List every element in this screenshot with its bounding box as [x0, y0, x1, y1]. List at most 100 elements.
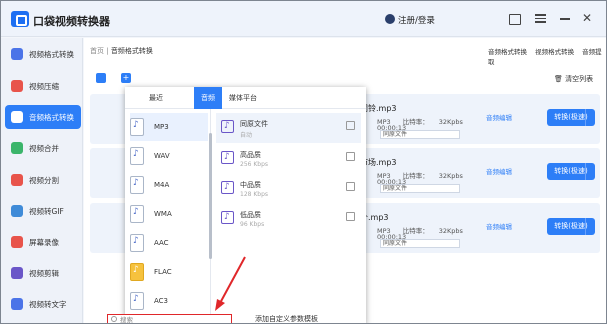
quality-item[interactable]: 同原文件 自动 [216, 113, 361, 143]
format-label: AAC [154, 239, 169, 247]
bitrate-label: 比特率： [402, 227, 429, 235]
top-link[interactable]: 音频格式转换 [488, 48, 527, 56]
sidebar-item-video-compress[interactable]: 视频压缩 [5, 74, 81, 98]
red-arrow-annotation [215, 256, 246, 311]
format-item-wma[interactable]: WMA [130, 200, 208, 228]
output-select[interactable]: 同原文件 [380, 239, 460, 248]
scissors-icon [11, 267, 23, 279]
format-search-input[interactable]: 搜索 [107, 314, 232, 324]
search-icon [111, 316, 117, 322]
audio-file-icon [130, 147, 144, 165]
format-item-mp3[interactable]: MP3 [130, 113, 208, 141]
tab-media-platform[interactable]: 媒体平台 [229, 93, 257, 103]
music-note-icon [221, 120, 234, 133]
user-icon[interactable] [385, 14, 395, 24]
sidebar-item-label: 视频转文字 [29, 299, 67, 309]
title-bar: 口袋视频转换器 注册/登录 ✕ [1, 1, 606, 37]
sidebar-item-video-edit[interactable]: 视频剪辑 [5, 261, 81, 285]
convert-button[interactable]: 转换(极速) [547, 109, 595, 126]
sidebar-item-video-split[interactable]: 视频分割 [5, 168, 81, 192]
sidebar-item-label: 视频剪辑 [29, 268, 59, 278]
record-icon [11, 236, 23, 248]
convert-button[interactable]: 转换(极速) [547, 163, 595, 180]
compress-icon [11, 80, 23, 92]
sidebar-item-audio-format[interactable]: 音频格式转换 [5, 105, 81, 129]
audio-edit-button[interactable]: 音频编辑 [486, 221, 512, 231]
breadcrumb-separator: | [106, 47, 109, 55]
clear-list-button[interactable]: 🗑 清空列表 [554, 74, 593, 84]
sidebar: 视频格式转换 视频压缩 音频格式转换 视频合并 视频分割 视频转GIF 屏幕录像 [1, 38, 83, 323]
sidebar-item-label: 视频格式转换 [29, 49, 74, 59]
format-item-flac[interactable]: FLAC [130, 258, 208, 286]
audio-file-icon [130, 176, 144, 194]
format-item-wav[interactable]: WAV [130, 142, 208, 170]
close-button[interactable]: ✕ [582, 11, 596, 25]
breadcrumb: 首页 | 音频格式转换 [90, 46, 153, 56]
text-icon [11, 298, 23, 310]
format-label: MP3 [154, 123, 169, 131]
format-item-m4a[interactable]: M4A [130, 171, 208, 199]
top-links: 音频格式转换 视频格式转换 音频提取 [488, 46, 606, 66]
convert-button[interactable]: 转换(极速) [547, 218, 595, 235]
edit-icon[interactable] [346, 182, 355, 191]
sidebar-item-video-to-text[interactable]: 视频转文字 [5, 292, 81, 316]
minimize-button[interactable] [560, 18, 570, 20]
app-logo-icon [11, 11, 29, 27]
format-list: MP3 WAV M4A WMA AAC FLAC [125, 109, 212, 323]
tab-recent[interactable]: 最近 [149, 93, 163, 103]
edit-icon[interactable] [346, 152, 355, 161]
popup-tabs: 最近 音频 媒体平台 [125, 87, 366, 109]
add-custom-template-button[interactable]: 添加自定义参数模板 [255, 314, 318, 323]
sidebar-item-screen-record[interactable]: 屏幕录像 [5, 230, 81, 254]
tab-audio[interactable]: 音频 [194, 87, 222, 109]
bitrate: 32Kpbs [438, 227, 463, 235]
quality-item[interactable]: 低品质 96 Kbps [216, 204, 361, 234]
audio-file-icon [130, 292, 144, 310]
folder-icon[interactable] [509, 14, 521, 25]
video-convert-icon [11, 48, 23, 60]
quality-sub: 256 Kbps [240, 161, 269, 168]
format-label: WMA [154, 210, 172, 218]
add-folder-icon[interactable]: + [121, 73, 131, 83]
format-list-scrollbar[interactable] [209, 133, 212, 259]
format-label: M4A [154, 181, 170, 189]
bitrate: 32Kpbs [438, 118, 463, 126]
app-title: 口袋视频转换器 [33, 15, 110, 28]
clear-list-label: 清空列表 [565, 75, 594, 83]
edit-icon[interactable] [346, 212, 355, 221]
audio-edit-button[interactable]: 音频编辑 [486, 112, 512, 122]
audio-file-icon [130, 263, 144, 281]
sidebar-item-video-merge[interactable]: 视频合并 [5, 136, 81, 160]
edit-icon[interactable] [346, 121, 355, 130]
sidebar-item-label: 视频合并 [29, 143, 59, 153]
quality-item[interactable]: 中品质 128 Kbps [216, 174, 361, 204]
output-select[interactable]: 同原文件 [380, 184, 460, 193]
merge-icon [11, 142, 23, 154]
quality-name: 中品质 [240, 181, 261, 189]
breadcrumb-home[interactable]: 首页 [90, 47, 104, 55]
output-select[interactable]: 同原文件 [380, 130, 460, 139]
sidebar-item-label: 屏幕录像 [29, 237, 59, 247]
quality-sub: 128 Kbps [240, 191, 269, 198]
quality-item[interactable]: 高品质 256 Kbps [216, 144, 361, 174]
music-note-icon [221, 211, 234, 224]
music-note-icon [221, 151, 234, 164]
audio-file-icon [130, 205, 144, 223]
audio-edit-button[interactable]: 音频编辑 [486, 166, 512, 176]
format-label: WAV [154, 152, 170, 160]
quality-name: 低品质 [240, 211, 261, 219]
sidebar-item-video-format[interactable]: 视频格式转换 [5, 42, 81, 66]
top-link[interactable]: 视频格式转换 [535, 48, 574, 56]
search-placeholder: 搜索 [120, 316, 133, 324]
login-link[interactable]: 注册/登录 [398, 14, 435, 26]
app-window: 口袋视频转换器 注册/登录 ✕ 视频格式转换 视频压缩 音频格式转换 视频合并 … [0, 0, 607, 324]
audio-file-icon [130, 118, 144, 136]
format-item-aac[interactable]: AAC [130, 229, 208, 257]
menu-icon[interactable] [535, 12, 549, 26]
format-item-ac3[interactable]: AC3 [130, 287, 208, 315]
add-file-icon[interactable] [96, 73, 106, 83]
sidebar-item-video-gif[interactable]: 视频转GIF [5, 199, 81, 223]
bitrate: 32Kpbs [438, 172, 463, 180]
format-label: FLAC [154, 268, 172, 276]
music-note-icon [221, 181, 234, 194]
